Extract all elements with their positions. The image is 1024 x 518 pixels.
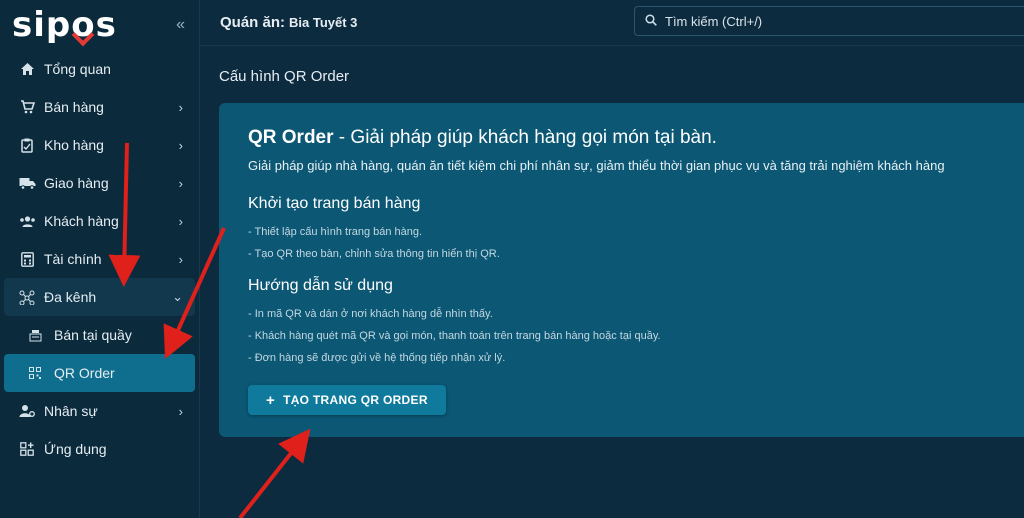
sidebar-item-label: Kho hàng: [44, 137, 104, 153]
sidebar-item-label: Bán tại quầy: [54, 327, 132, 343]
cart-icon: [18, 98, 36, 116]
list-item: - Thiết lập cấu hình trang bán hàng.: [248, 226, 423, 238]
annotation-arrow-to-create-button: [238, 428, 311, 518]
search-placeholder: Tìm kiếm (Ctrl+/): [665, 13, 763, 29]
sidebar-item-giao-hang[interactable]: Giao hàng ›: [4, 164, 195, 202]
apps-icon: [18, 440, 36, 458]
qr-icon: [26, 364, 44, 382]
users-icon: [18, 212, 36, 230]
list-item: - In mã QR và dán ở nơi khách hàng dễ nh…: [248, 308, 493, 320]
card-heading: QR Order - Giải pháp giúp khách hàng gọi…: [248, 127, 1010, 149]
home-icon: [18, 60, 36, 78]
chevron-down-icon: ⌄: [172, 289, 183, 304]
sidebar: sipos « Tổng quan Bán hàng › Kho hàng ›: [0, 0, 200, 518]
sidebar-item-label: QR Order: [54, 365, 115, 381]
create-button-label: TẠO TRANG QR ORDER: [283, 393, 428, 407]
sidebar-item-label: Giao hàng: [44, 175, 109, 191]
card-description: Giải pháp giúp nhà hàng, quán ăn tiết ki…: [248, 158, 945, 173]
sidebar-item-label: Khách hàng: [44, 213, 119, 229]
chevron-right-icon: ›: [178, 137, 183, 153]
section-setup-list: - Thiết lập cấu hình trang bán hàng. - T…: [248, 225, 1010, 269]
sidebar-item-label: Bán hàng: [44, 99, 104, 115]
truck-icon: [18, 174, 36, 192]
create-qr-order-page-button[interactable]: + TẠO TRANG QR ORDER: [248, 385, 446, 415]
calculator-icon: [18, 250, 36, 268]
search-icon: [645, 13, 657, 29]
sidebar-item-nhan-su[interactable]: Nhân sự ›: [4, 392, 195, 430]
sidebar-item-label: Đa kênh: [44, 289, 97, 305]
sidebar-item-ban-hang[interactable]: Bán hàng ›: [4, 88, 195, 126]
chevron-right-icon: ›: [178, 251, 183, 267]
network-icon: [18, 288, 36, 306]
sidebar-nav: Tổng quan Bán hàng › Kho hàng › Giao hàn…: [0, 50, 199, 468]
chevron-right-icon: ›: [178, 175, 183, 191]
qr-order-info-card: QR Order - Giải pháp giúp khách hàng gọi…: [219, 103, 1024, 437]
section-setup-title: Khởi tạo trang bán hàng: [248, 195, 421, 212]
top-bar: Quán ăn: Bia Tuyết 3 Tìm kiếm (Ctrl+/): [200, 0, 1024, 46]
sidebar-item-label: Tổng quan: [44, 61, 111, 77]
list-item: - Tạo QR theo bàn, chỉnh sửa thông tin h…: [248, 248, 500, 260]
card-heading-rest: - Giải pháp giúp khách hàng gọi món tại …: [333, 127, 717, 148]
chevron-right-icon: ›: [178, 99, 183, 115]
sidebar-item-khach-hang[interactable]: Khách hàng ›: [4, 202, 195, 240]
sidebar-item-kho-hang[interactable]: Kho hàng ›: [4, 126, 195, 164]
search-input[interactable]: Tìm kiếm (Ctrl+/): [634, 6, 1024, 36]
shop-label: Quán ăn:: [220, 14, 286, 31]
sipos-logo[interactable]: sipos: [12, 8, 117, 42]
sidebar-subitem-ban-tai-quay[interactable]: Bán tại quầy: [4, 316, 195, 354]
sidebar-subitem-qr-order[interactable]: QR Order: [4, 354, 195, 392]
list-item: - Khách hàng quét mã QR và gọi món, than…: [248, 330, 661, 342]
section-guide-title: Hướng dẫn sử dụng: [248, 277, 393, 294]
page-title: Cấu hình QR Order: [219, 68, 350, 85]
shop-name[interactable]: Bia Tuyết 3: [289, 15, 357, 30]
sidebar-item-da-kenh[interactable]: Đa kênh ⌄: [4, 278, 195, 316]
list-item: - Đơn hàng sẽ được gửi về hệ thống tiếp …: [248, 352, 506, 364]
chevron-right-icon: ›: [178, 403, 183, 419]
card-heading-bold: QR Order: [248, 127, 334, 148]
sidebar-item-ung-dung[interactable]: Ứng dụng: [4, 430, 195, 468]
sidebar-item-tai-chinh[interactable]: Tài chính ›: [4, 240, 195, 278]
collapse-sidebar-icon[interactable]: «: [176, 16, 185, 34]
sidebar-item-label: Ứng dụng: [44, 441, 107, 457]
clipboard-icon: [18, 136, 36, 154]
logo-row: sipos «: [0, 0, 199, 50]
sidebar-item-tong-quan[interactable]: Tổng quan: [4, 50, 195, 88]
counter-icon: [26, 326, 44, 344]
chevron-right-icon: ›: [178, 213, 183, 229]
sidebar-item-label: Nhân sự: [44, 403, 98, 419]
plus-icon: +: [266, 391, 276, 409]
staff-icon: [18, 402, 36, 420]
section-guide-list: - In mã QR và dán ở nơi khách hàng dễ nh…: [248, 307, 1010, 373]
sidebar-item-label: Tài chính: [44, 251, 102, 267]
